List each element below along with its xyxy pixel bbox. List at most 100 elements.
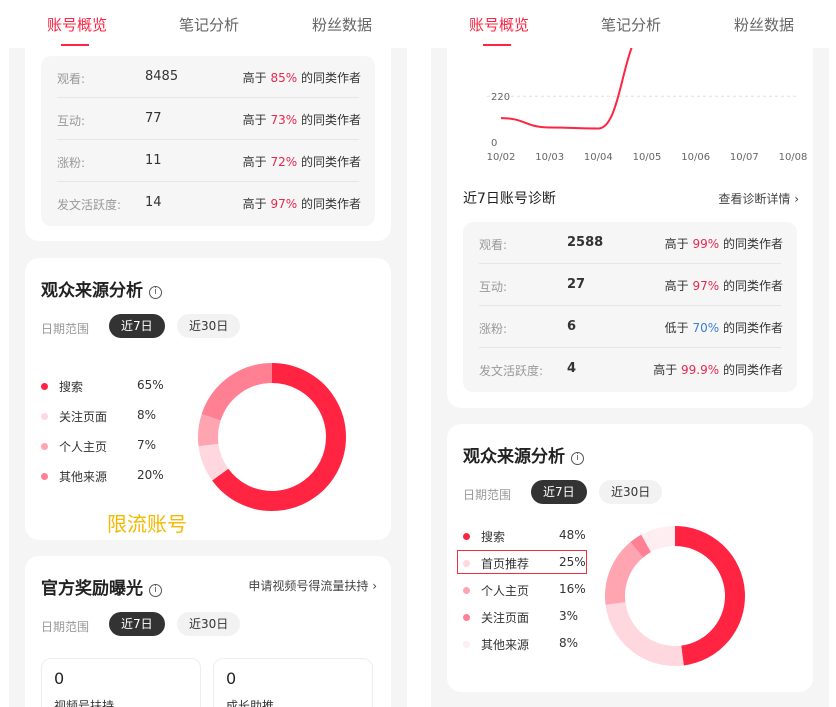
y-tick-label: 220 — [491, 92, 510, 103]
legend-label: 个人主页 — [481, 584, 530, 598]
stat-row-views: 观看: 2588 高于 99% 的同类作者 — [463, 222, 797, 264]
range-30d-button[interactable]: 近30日 — [177, 612, 241, 636]
stat-value: 8485 — [145, 69, 179, 84]
stat-row-activity: 发文活跃度: 14 高于 97% 的同类作者 — [41, 182, 375, 224]
date-range-label: 日期范围 — [463, 488, 512, 502]
x-tick-label: 10/07 — [730, 152, 759, 163]
audience-source-card: 观众来源分析 i 日期范围 近7日 近30日 搜索 65% 关注页面 8% 个人主页 7% 其… — [25, 258, 391, 540]
stat-compare: 高于 99.9% 的同类作者 — [653, 363, 783, 377]
legend-percentage: 16% — [559, 582, 586, 596]
metric-label: 成长助推 — [226, 699, 275, 707]
audience-title: 观众来源分析 i — [41, 276, 162, 301]
legend-percentage: 8% — [137, 408, 157, 422]
x-tick-label: 10/03 — [535, 152, 564, 163]
legend-item: 其他来源 20% — [41, 468, 181, 486]
stat-row-views: 观看: 8485 高于 85% 的同类作者 — [41, 56, 375, 98]
legend-item: 关注页面 3% — [463, 609, 603, 627]
stat-value: 27 — [567, 277, 586, 292]
donut-slice — [605, 601, 684, 666]
reward-title: 官方奖励曝光 i — [41, 574, 162, 599]
tab-account-overview[interactable]: 账号概览 — [47, 14, 107, 35]
x-tick-label: 10/02 — [487, 152, 516, 163]
official-reward-card: 官方奖励曝光 i 申请视频号得流量扶持 › 日期范围 近7日 近30日 0 视频号… — [25, 556, 391, 707]
legend-percentage: 48% — [559, 528, 586, 542]
info-icon[interactable]: i — [149, 286, 162, 299]
stat-value: 4 — [567, 361, 577, 376]
stat-compare: 低于 70% 的同类作者 — [664, 321, 783, 335]
stat-compare: 高于 72% 的同类作者 — [242, 155, 361, 169]
legend-dot — [41, 383, 48, 390]
overview-card: 观看: 8485 高于 85% 的同类作者 互动: 77 高于 73% 的同类作… — [25, 30, 391, 241]
donut-slice — [198, 443, 229, 481]
range-7d-button[interactable]: 近7日 — [531, 480, 587, 504]
growth-boost-card: 0 成长助推 — [213, 658, 373, 707]
legend-dot — [41, 443, 48, 450]
info-icon[interactable]: i — [149, 584, 162, 597]
donut-slice — [641, 526, 676, 553]
donut-slice — [198, 414, 221, 447]
y-tick-label: 0 — [491, 138, 497, 149]
x-tick-label: 10/04 — [584, 152, 613, 163]
stat-value: 6 — [567, 319, 577, 334]
tab-fan-data[interactable]: 粉丝数据 — [312, 14, 372, 35]
stat-value: 11 — [145, 153, 162, 168]
x-tick-label: 10/06 — [681, 152, 710, 163]
legend-dot — [41, 413, 48, 420]
legend-dot — [463, 533, 470, 540]
legend-percentage: 20% — [137, 468, 164, 482]
audience-source-card: 观众来源分析 i 日期范围 近7日 近30日 搜索 48% 首页推荐 25% 个人主页 16… — [447, 424, 813, 692]
stat-compare: 高于 99% 的同类作者 — [664, 237, 783, 251]
stat-label: 涨粉: — [57, 156, 86, 170]
legend-label: 其他来源 — [59, 470, 108, 484]
stat-label: 发文活跃度: — [57, 198, 122, 212]
stat-row-followers: 涨粉: 11 高于 72% 的同类作者 — [41, 140, 375, 182]
legend-label: 搜索 — [481, 530, 506, 544]
range-30d-button[interactable]: 近30日 — [599, 480, 663, 504]
tab-underline — [61, 44, 89, 46]
apply-traffic-support-link[interactable]: 申请视频号得流量扶持 › — [248, 577, 377, 594]
stat-compare: 高于 85% 的同类作者 — [242, 71, 361, 85]
legend-percentage: 3% — [559, 609, 579, 623]
right-screenshot: 账号概览 笔记分析 粉丝数据 220 0 10/02 10/03 10/04 10/05 1… — [431, 0, 829, 707]
account-overview-card: 220 0 10/02 10/03 10/04 10/05 10/06 10/07 10/08 … — [447, 30, 813, 408]
legend-percentage: 8% — [559, 636, 579, 650]
tab-account-overview[interactable]: 账号概览 — [469, 14, 529, 35]
stat-label: 互动: — [57, 114, 86, 128]
x-tick-label: 10/05 — [633, 152, 662, 163]
stat-value: 14 — [145, 195, 162, 210]
view-diagnosis-link[interactable]: 查看诊断详情 › — [718, 190, 799, 207]
stat-label: 发文活跃度: — [479, 364, 544, 378]
audience-donut-chart — [605, 526, 745, 666]
tab-bar: 账号概览 笔记分析 粉丝数据 — [9, 0, 407, 48]
range-30d-button[interactable]: 近30日 — [177, 314, 241, 338]
legend-dot — [41, 473, 48, 480]
stat-row-interaction: 互动: 77 高于 73% 的同类作者 — [41, 98, 375, 140]
legend-label: 其他来源 — [481, 638, 530, 652]
legend-label: 关注页面 — [59, 410, 108, 424]
audience-title: 观众来源分析 i — [463, 442, 584, 467]
info-icon[interactable]: i — [571, 452, 584, 465]
legend-percentage: 65% — [137, 378, 164, 392]
stats-box: 观看: 2588 高于 99% 的同类作者 互动: 27 高于 97% 的同类作… — [463, 222, 797, 392]
tab-note-analysis[interactable]: 笔记分析 — [179, 14, 239, 35]
diagnosis-title: 近7日账号诊断 — [463, 191, 556, 207]
tab-note-analysis[interactable]: 笔记分析 — [601, 14, 661, 35]
legend-dot — [463, 614, 470, 621]
date-range-label: 日期范围 — [41, 620, 90, 634]
stat-row-followers: 涨粉: 6 低于 70% 的同类作者 — [463, 306, 797, 348]
x-tick-label: 10/08 — [779, 152, 808, 163]
donut-slice — [630, 534, 652, 558]
legend-dot — [463, 587, 470, 594]
range-7d-button[interactable]: 近7日 — [109, 612, 165, 636]
metric-value: 0 — [54, 669, 65, 688]
range-7d-button[interactable]: 近7日 — [109, 314, 165, 338]
donut-slice — [605, 542, 644, 605]
legend-item: 个人主页 16% — [463, 582, 603, 600]
date-range-label: 日期范围 — [41, 322, 90, 336]
trend-line-chart: 220 0 10/02 10/03 10/04 10/05 10/06 10/07 10/08 — [487, 30, 808, 163]
highlight-box — [457, 550, 587, 574]
tab-fan-data[interactable]: 粉丝数据 — [734, 14, 794, 35]
legend-item: 搜索 65% — [41, 378, 181, 396]
stats-box: 观看: 8485 高于 85% 的同类作者 互动: 77 高于 73% 的同类作… — [41, 56, 375, 226]
legend-dot — [463, 641, 470, 648]
